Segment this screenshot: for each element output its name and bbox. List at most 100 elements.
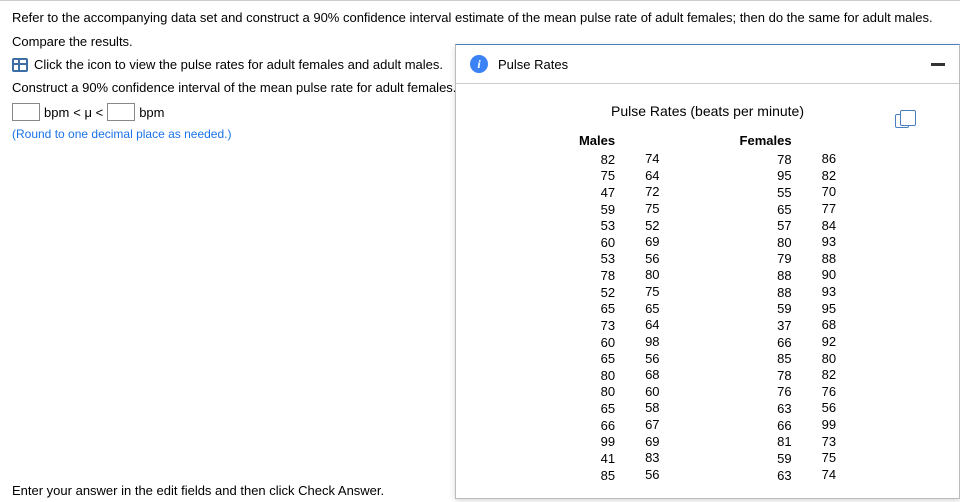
data-cell: 85 [777,351,791,368]
data-cell: 41 [601,451,615,468]
data-cell: 78 [777,152,791,169]
data-cell: 47 [601,185,615,202]
data-cell: 59 [777,451,791,468]
data-cell: 84 [822,218,836,235]
bpm-label-1: bpm [44,105,69,120]
data-cell: 74 [645,151,659,168]
data-cell: 76 [822,384,836,401]
data-cell: 68 [822,317,836,334]
data-cell: 73 [601,318,615,335]
data-cell: 82 [822,168,836,185]
data-cell: 63 [777,468,791,485]
data-cell: 65 [601,301,615,318]
data-cell: 65 [645,301,659,318]
data-cell: 80 [822,351,836,368]
view-data-link[interactable]: Click the icon to view the pulse rates f… [34,57,443,72]
data-cell: 82 [822,367,836,384]
copy-icon[interactable] [895,114,909,128]
data-cell: 60 [601,335,615,352]
data-cell: 80 [645,267,659,284]
data-cell: 66 [777,418,791,435]
data-cell: 90 [822,267,836,284]
bpm-label-2: bpm [139,105,164,120]
data-cell: 77 [822,201,836,218]
data-cell: 95 [777,168,791,185]
mu-symbol: < μ < [73,105,103,120]
data-cell: 99 [822,417,836,434]
data-cell: 86 [822,151,836,168]
data-cell: 75 [822,450,836,467]
pulse-rates-modal: i Pulse Rates Pulse Rates (beats per min… [455,44,960,499]
data-cell: 73 [822,434,836,451]
table-icon[interactable] [12,58,28,72]
data-cell: 79 [777,251,791,268]
females-col-1: Females 78955565578079888859376685787663… [740,133,792,484]
data-cell: 82 [601,152,615,169]
data-cell: 98 [645,334,659,351]
ci-upper-input[interactable] [107,103,135,121]
data-cell: 75 [645,201,659,218]
data-cell: 80 [777,235,791,252]
data-cell: 60 [645,384,659,401]
data-cell: 64 [645,317,659,334]
data-cell: 58 [645,400,659,417]
males-header: Males [579,133,615,150]
sheet-title: Pulse Rates (beats per minute) [499,103,916,119]
data-cell: 53 [601,251,615,268]
data-cell: 66 [777,335,791,352]
data-cell: 67 [645,417,659,434]
data-cell: 64 [645,168,659,185]
data-cell: 59 [601,202,615,219]
footer-instruction: Enter your answer in the edit fields and… [12,483,384,498]
data-cell: 56 [645,467,659,484]
data-cell: 69 [645,234,659,251]
modal-body: Pulse Rates (beats per minute) Males 827… [456,84,959,498]
data-cell: 95 [822,301,836,318]
modal-header: i Pulse Rates [456,45,959,84]
data-cell: 76 [777,384,791,401]
modal-title: Pulse Rates [498,57,568,72]
data-cell: 52 [601,285,615,302]
data-cell: 59 [777,301,791,318]
data-cell: 74 [822,467,836,484]
data-cell: 52 [645,218,659,235]
data-cell: 37 [777,318,791,335]
info-icon: i [470,55,488,73]
data-cell: 85 [601,468,615,485]
data-cell: 75 [645,284,659,301]
data-cell: 75 [601,168,615,185]
data-cell: 55 [777,185,791,202]
data-cell: 99 [601,434,615,451]
data-cell: 88 [777,285,791,302]
question-line1: Refer to the accompanying data set and c… [12,9,948,27]
data-cell: 78 [601,268,615,285]
females-header: Females [740,133,792,150]
data-cell: 93 [822,234,836,251]
data-cell: 88 [822,251,836,268]
data-table: Males 8275475953605378526573606580806566… [499,133,916,484]
males-col-1: Males 8275475953605378526573606580806566… [579,133,615,484]
ci-lower-input[interactable] [12,103,40,121]
data-cell: 60 [601,235,615,252]
data-cell: 92 [822,334,836,351]
data-cell: 56 [645,351,659,368]
data-cell: 65 [777,202,791,219]
data-cell: 78 [777,368,791,385]
data-cell: 53 [601,218,615,235]
females-col-2: 8682707784938890939568928082765699737574 [822,151,836,484]
data-cell: 93 [822,284,836,301]
minimize-icon[interactable] [931,63,945,66]
data-cell: 88 [777,268,791,285]
data-cell: 83 [645,450,659,467]
data-cell: 56 [645,251,659,268]
data-cell: 63 [777,401,791,418]
data-cell: 69 [645,434,659,451]
data-cell: 56 [822,400,836,417]
data-cell: 65 [601,351,615,368]
data-cell: 70 [822,184,836,201]
data-cell: 66 [601,418,615,435]
data-cell: 80 [601,368,615,385]
data-cell: 65 [601,401,615,418]
data-cell: 72 [645,184,659,201]
data-cell: 80 [601,384,615,401]
